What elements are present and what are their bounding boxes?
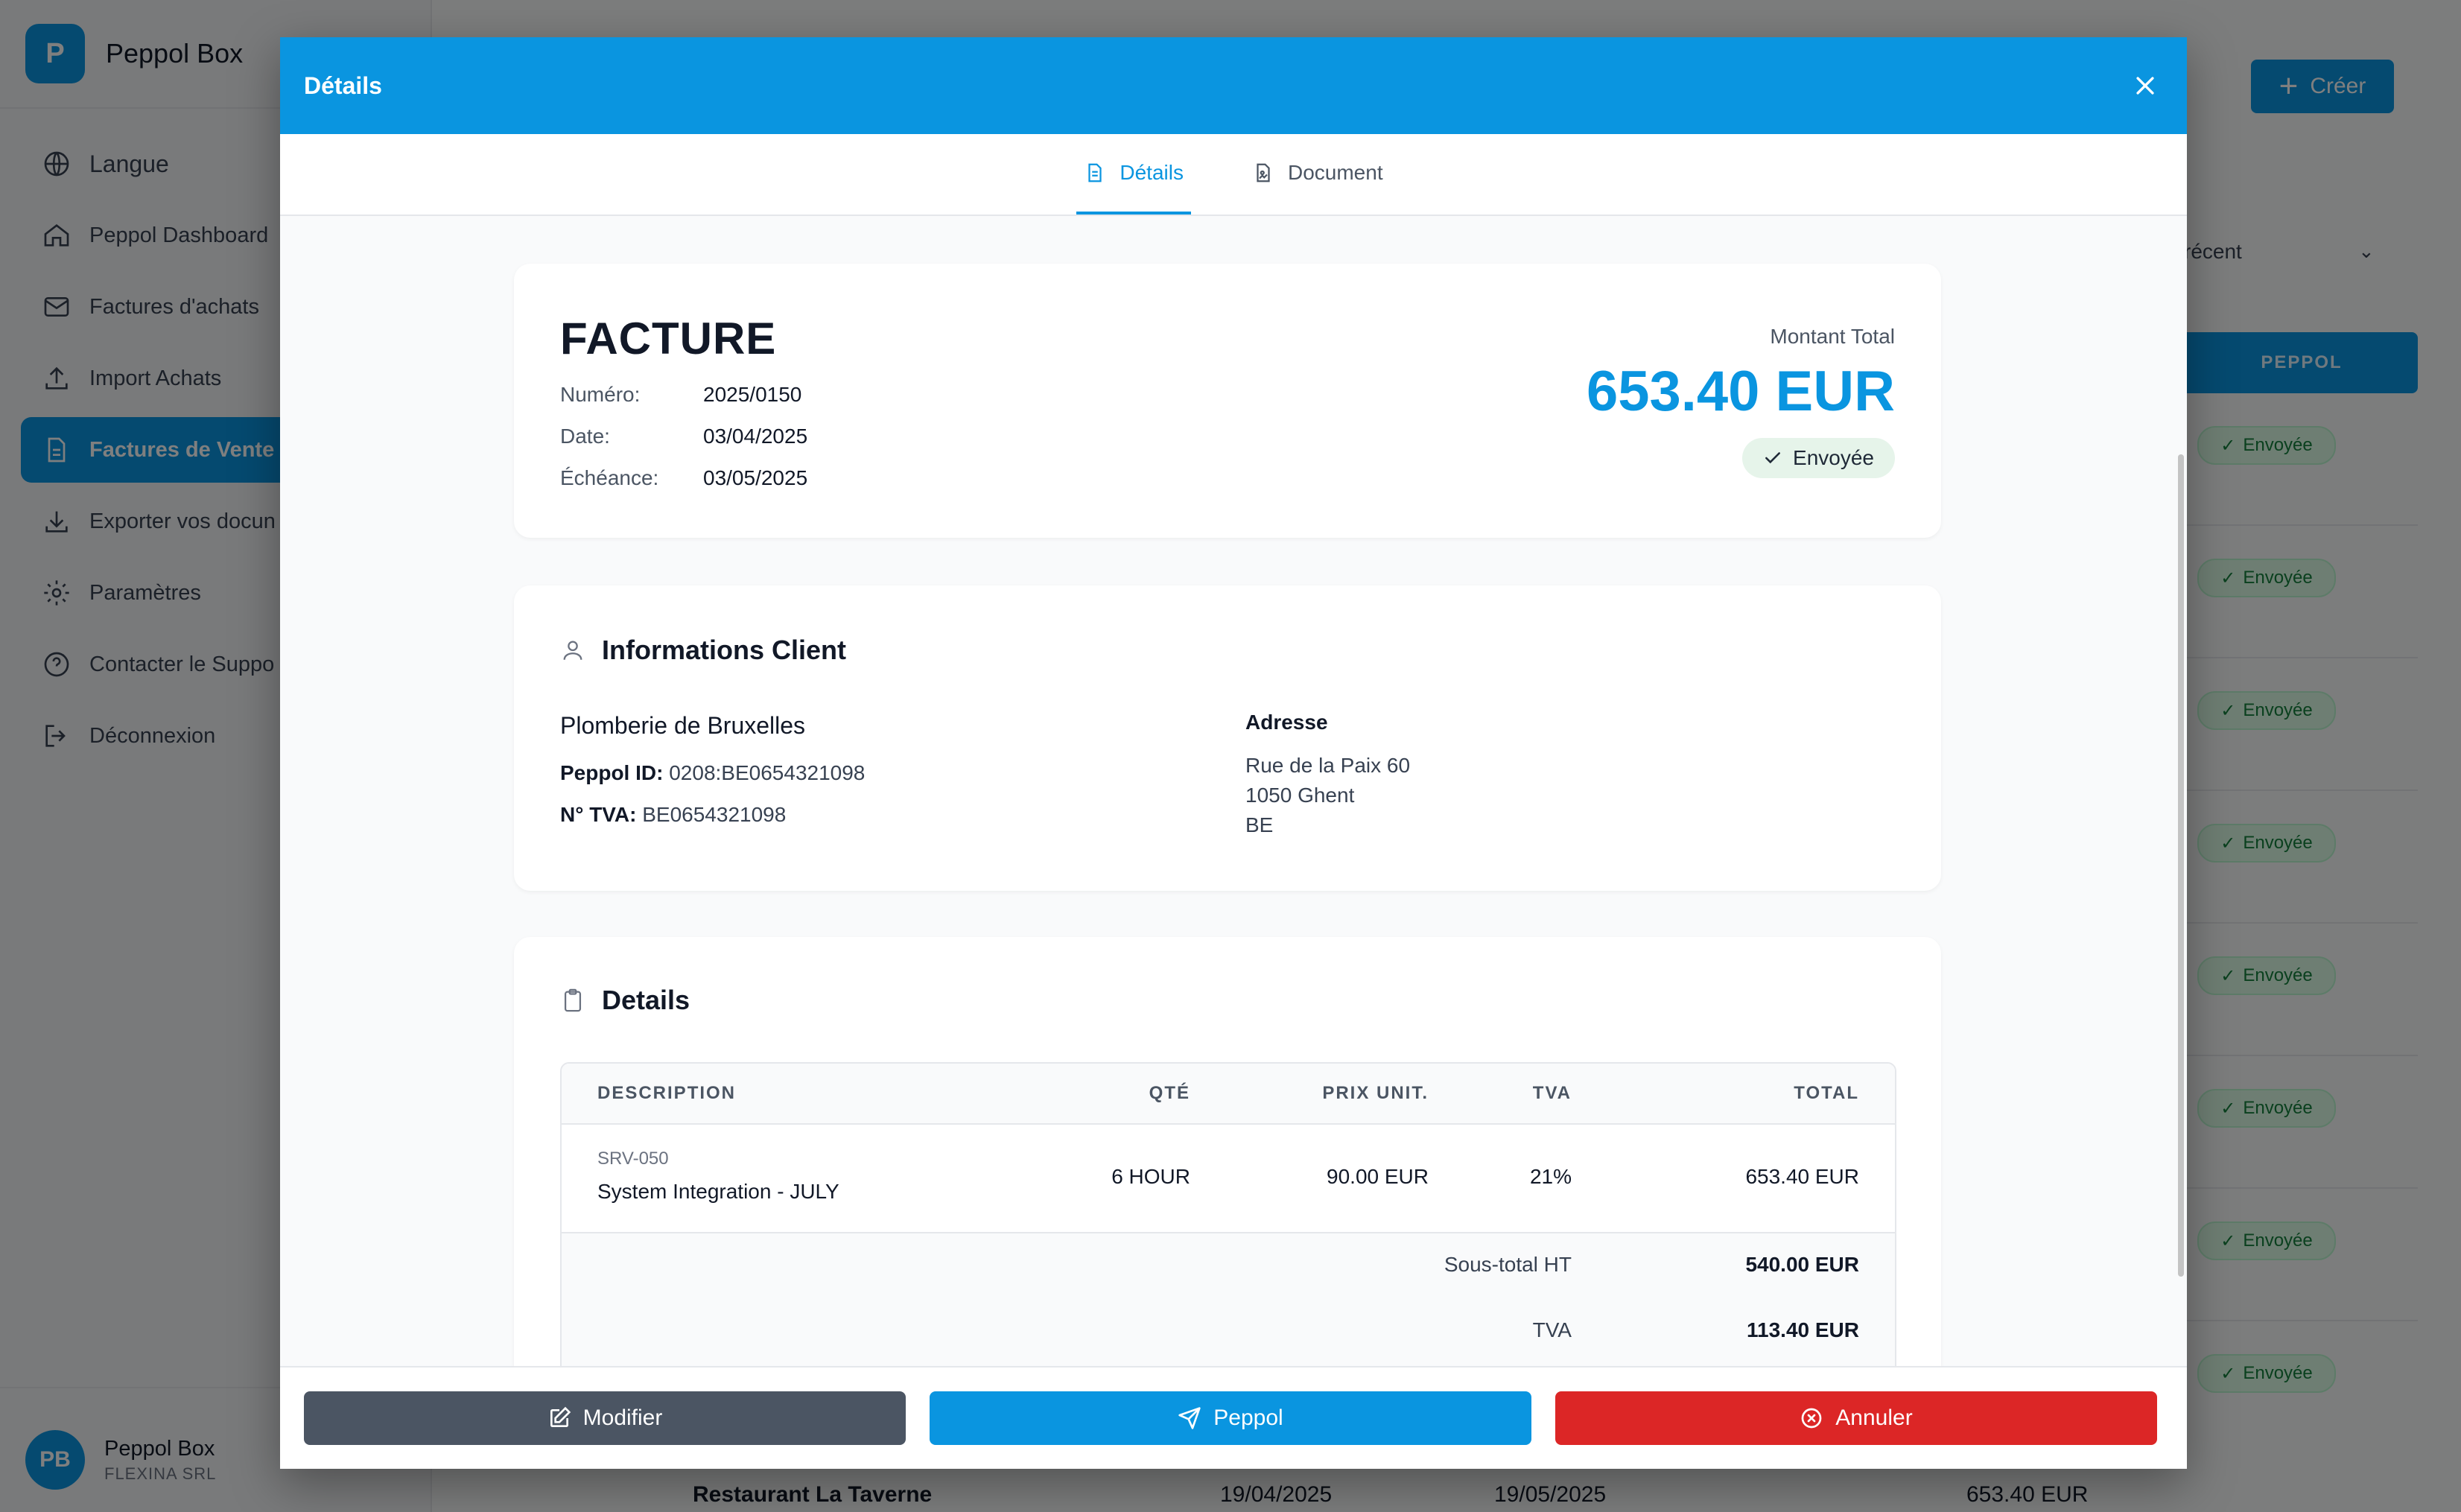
invoice-number: 2025/0150 [703, 383, 802, 406]
client-name: Plomberie de Bruxelles [560, 712, 806, 739]
invoice-due-date: 03/05/2025 [703, 466, 808, 489]
modal-title: Détails [304, 72, 382, 99]
document-icon [1088, 163, 1102, 182]
details-section-title: Details [560, 985, 690, 1016]
tab-document[interactable]: Document [1245, 134, 1391, 215]
client-info-card: Informations Client Plomberie de Bruxell… [514, 585, 1941, 891]
column-header-total: TOTAL [1794, 1083, 1859, 1103]
edit-label: Modifier [582, 1405, 663, 1430]
invoice-due-row: Échéance: 03/05/2025 [560, 466, 807, 490]
vat-total-label: TVA [1532, 1318, 1572, 1341]
modal-header: Détails [280, 37, 2187, 134]
send-label: Peppol [1213, 1405, 1283, 1430]
invoice-date: 03/04/2025 [703, 425, 808, 448]
address-line: Rue de la Paix 60 [1245, 754, 1411, 777]
file-image-icon [1257, 163, 1270, 182]
invoice-date-row: Date: 03/04/2025 [560, 425, 807, 448]
tab-label: Détails [1120, 161, 1184, 184]
column-header-qty: QTÉ [1149, 1083, 1190, 1103]
details-modal: Détails Détails Document FACTURE Numéro:… [280, 37, 2187, 1469]
tab-label: Document [1287, 161, 1383, 184]
item-total: 653.40 EUR [1745, 1165, 1859, 1188]
item-description: System Integration - JULY [597, 1180, 839, 1203]
send-icon [1178, 1407, 1201, 1429]
subtotal-value: 540.00 EUR [1745, 1253, 1859, 1276]
table-row[interactable]: SRV-050 System Integration - JULY 6 HOUR… [562, 1125, 1895, 1233]
client-section-title: Informations Client [560, 635, 846, 666]
vat-total-value: 113.40 EUR [1747, 1318, 1859, 1341]
close-button[interactable] [2127, 68, 2163, 104]
modal-footer: Modifier Peppol Annuler [280, 1366, 2187, 1469]
close-icon [2136, 77, 2154, 95]
section-title-text: Details [602, 985, 690, 1015]
x-circle-icon [1801, 1408, 1822, 1429]
item-vat: 21% [1529, 1165, 1572, 1188]
subtotal-label: Sous-total HT [1444, 1253, 1572, 1276]
address-line: 1050 Ghent [1245, 784, 1355, 807]
modal-tabs: Détails Document [280, 134, 2187, 216]
item-unit-price: 90.00 EUR [1327, 1165, 1429, 1188]
total-amount-label: Montant Total [1770, 325, 1895, 348]
invoice-number-label: Numéro: [560, 383, 641, 406]
client-peppol-row: Peppol ID: 0208:BE0654321098 [560, 761, 865, 785]
cancel-invoice-button[interactable]: Annuler [1555, 1391, 2157, 1445]
invoice-summary-card: FACTURE Numéro: 2025/0150 Date: 03/04/2025… [514, 264, 1941, 538]
send-peppol-button[interactable]: Peppol [930, 1391, 1531, 1445]
invoice-number-row: Numéro: 2025/0150 [560, 383, 801, 407]
tab-details[interactable]: Détails [1076, 134, 1191, 215]
address-line: BE [1245, 813, 1274, 836]
section-title-text: Informations Client [602, 635, 847, 665]
peppol-id: 0208:BE0654321098 [669, 761, 866, 784]
invoice-due-label: Échéance: [560, 466, 659, 489]
scrollbar-thumb[interactable] [2178, 454, 2184, 1277]
vat-number: BE0654321098 [642, 803, 787, 826]
user-icon [563, 641, 582, 660]
status-text: Envoyée [1793, 446, 1874, 469]
edit-icon [550, 1406, 571, 1427]
scrollbar[interactable] [2172, 216, 2187, 1403]
cancel-label: Annuler [1835, 1405, 1913, 1430]
invoice-heading: FACTURE [560, 314, 777, 363]
address-label: Adresse [1245, 711, 1328, 734]
column-header-unit-price: PRIX UNIT. [1322, 1083, 1429, 1103]
column-header-description: DESCRIPTION [597, 1083, 737, 1103]
invoice-date-label: Date: [560, 425, 610, 448]
table-header: DESCRIPTION QTÉ PRIX UNIT. TVA TOTAL [562, 1064, 1895, 1125]
peppol-id-label: Peppol ID: [560, 761, 664, 784]
item-sku: SRV-050 [597, 1149, 669, 1169]
column-header-vat: TVA [1532, 1083, 1572, 1103]
status-badge: Envoyée [1742, 438, 1895, 478]
total-amount: 653.40 EUR [1586, 360, 1895, 423]
vat-label: N° TVA: [560, 803, 637, 826]
clipboard-icon [564, 988, 582, 1012]
edit-button[interactable]: Modifier [304, 1391, 906, 1445]
item-qty: 6 HOUR [1111, 1165, 1190, 1188]
check-icon [1765, 452, 1780, 464]
client-vat-row: N° TVA: BE0654321098 [560, 803, 786, 827]
